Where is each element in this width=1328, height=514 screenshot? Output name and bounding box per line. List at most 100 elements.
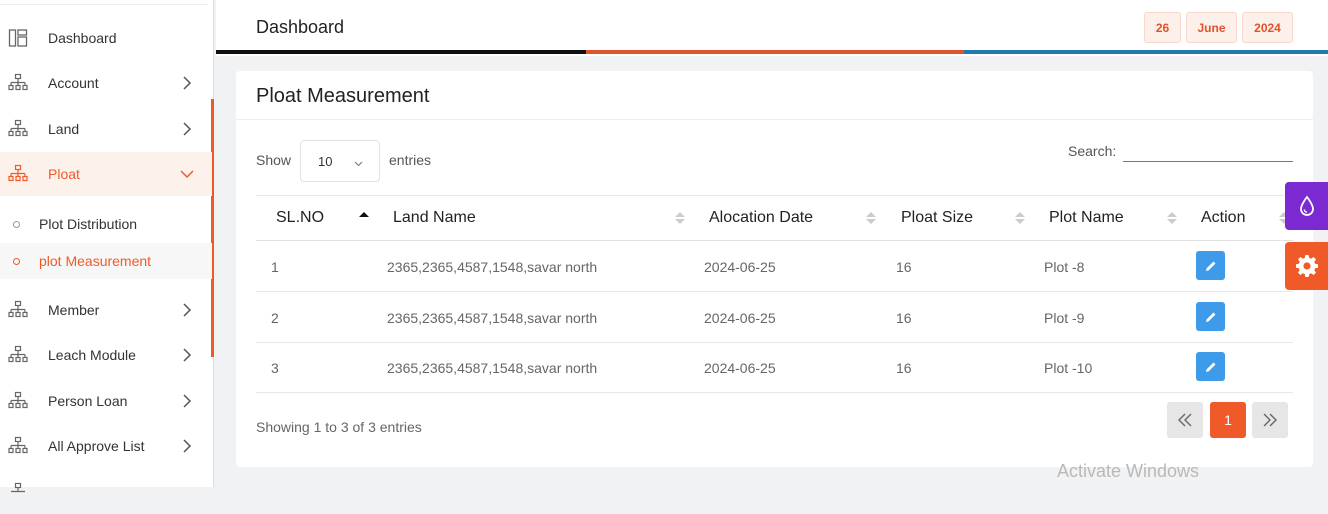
show-label: Show [256, 152, 292, 168]
cell-ploat-size: 16 [896, 360, 912, 376]
sidebar-item-person-loan[interactable]: Person Loan [0, 379, 212, 423]
top-header: Dashboard 26 June 2024 [216, 0, 1328, 56]
edit-button[interactable] [1196, 251, 1225, 280]
entries-per-page-select[interactable]: 10 [300, 140, 380, 182]
table-info: Showing 1 to 3 of 3 entries [256, 419, 422, 435]
gear-icon [1295, 255, 1318, 277]
sidebar-item-land[interactable]: Land [0, 107, 212, 151]
sitemap-icon [8, 164, 28, 184]
header-accent-bar [216, 50, 586, 54]
header-accent-bar [586, 50, 964, 54]
sort-icon[interactable] [675, 210, 685, 226]
chevron-right-icon [180, 76, 194, 90]
date-day-badge: 26 [1144, 12, 1181, 43]
sidebar-item-all-approve-list[interactable]: All Approve List [0, 424, 212, 468]
sidebar-item-account[interactable]: Account [0, 61, 212, 105]
header-accent-bar [964, 50, 1328, 54]
sidebar-subitem-label: plot Measurement [39, 253, 152, 269]
column-header-ploat-size[interactable]: Ploat Size [901, 209, 973, 227]
page-title: Dashboard [256, 17, 345, 37]
sidebar-item-label: All Approve List [48, 438, 145, 454]
pencil-icon [1205, 362, 1215, 372]
sort-asc-icon[interactable] [359, 210, 369, 226]
sidebar-item-partial[interactable] [0, 470, 212, 514]
cell-plot-name: Plot -9 [1044, 310, 1085, 326]
cell-alocation-date: 2024-06-25 [704, 360, 776, 376]
cell-alocation-date: 2024-06-25 [704, 259, 776, 275]
pagination-previous-button[interactable] [1167, 402, 1203, 438]
table-header: SL.NO Land Name Alocation Date Ploat Siz… [256, 195, 1293, 241]
entries-label: entries [389, 152, 432, 168]
cell-land-name: 2365,2365,4587,1548,savar north [387, 310, 598, 326]
cell-plot-name: Plot -10 [1044, 360, 1093, 376]
pagination-next-button[interactable] [1252, 402, 1288, 438]
card-title: Ploat Measurement [256, 85, 430, 107]
sitemap-icon [8, 391, 28, 411]
bullet-icon [13, 220, 20, 228]
sidebar: Dashboard Account Land Ploat Plot Distri… [0, 0, 214, 493]
table-row: 1 2365,2365,4587,1548,savar north 2024-0… [256, 241, 1293, 292]
sidebar-item-label: Dashboard [48, 30, 117, 46]
sidebar-top-border [0, 0, 208, 5]
sidebar-item-member[interactable]: Member [0, 288, 212, 332]
sitemap-icon [8, 436, 28, 456]
theme-color-button[interactable] [1285, 182, 1328, 230]
sidebar-subitem-label: Plot Distribution [39, 216, 138, 232]
column-header-land-name[interactable]: Land Name [393, 209, 476, 227]
sidebar-item-dashboard[interactable]: Dashboard [0, 16, 212, 60]
sidebar-subitem-plot-measurement[interactable]: plot Measurement [0, 243, 212, 279]
chevron-down-icon [180, 167, 194, 181]
sidebar-item-ploat[interactable]: Ploat [0, 152, 212, 196]
double-chevron-right-icon [1263, 413, 1277, 427]
column-header-plot-name[interactable]: Plot Name [1049, 209, 1124, 227]
bullet-icon [13, 257, 20, 265]
sidebar-item-leach-module[interactable]: Leach Module [0, 333, 212, 377]
column-header-action[interactable]: Action [1201, 209, 1245, 227]
sidebar-item-label: Member [48, 302, 100, 318]
date-month-badge: June [1186, 12, 1237, 43]
table-row: 2 2365,2365,4587,1548,savar north 2024-0… [256, 292, 1293, 343]
chevron-right-icon [180, 122, 194, 136]
chevron-right-icon [180, 348, 194, 362]
sort-icon[interactable] [1015, 210, 1025, 226]
cell-sl-no: 2 [271, 310, 279, 326]
windows-activation-watermark: Activate Windows [1057, 461, 1200, 481]
sidebar-subitem-plot-distribution[interactable]: Plot Distribution [0, 206, 212, 242]
entries-select-value: 10 [318, 154, 333, 169]
cell-ploat-size: 16 [896, 259, 912, 275]
sitemap-icon [8, 73, 28, 93]
column-header-alocation-date[interactable]: Alocation Date [709, 209, 813, 227]
cell-sl-no: 1 [271, 259, 279, 275]
sitemap-icon [8, 345, 28, 365]
card-divider [236, 119, 1313, 120]
pencil-icon [1205, 312, 1215, 322]
drop-icon [1299, 195, 1314, 216]
sort-icon[interactable] [866, 210, 876, 226]
sidebar-item-label: Person Loan [48, 393, 128, 409]
pagination-page-1[interactable]: 1 [1210, 402, 1246, 438]
chevron-right-icon [180, 394, 194, 408]
column-header-sl-no[interactable]: SL.NO [276, 209, 324, 227]
sidebar-item-label: Leach Module [48, 347, 136, 363]
sidebar-item-label: Account [48, 75, 99, 91]
edit-button[interactable] [1196, 352, 1225, 381]
edit-button[interactable] [1196, 302, 1225, 331]
sitemap-icon [8, 300, 28, 320]
sidebar-item-label: Land [48, 121, 80, 137]
chevron-right-icon [180, 439, 194, 453]
table-row: 3 2365,2365,4587,1548,savar north 2024-0… [256, 342, 1293, 393]
pencil-icon [1205, 261, 1215, 271]
settings-button[interactable] [1285, 242, 1328, 290]
date-year-badge: 2024 [1242, 12, 1293, 43]
search-input[interactable] [1123, 141, 1293, 162]
chevron-down-icon [354, 155, 363, 173]
sitemap-icon [8, 482, 28, 502]
sidebar-item-label: Ploat [48, 166, 80, 182]
search-label: Search: [1068, 143, 1117, 159]
sort-icon[interactable] [1167, 210, 1177, 226]
sitemap-icon [8, 119, 28, 139]
dashboard-icon [8, 28, 28, 48]
ploat-measurement-card: Ploat Measurement Show 10 entries Search… [236, 71, 1313, 467]
double-chevron-left-icon [1178, 413, 1192, 427]
cell-alocation-date: 2024-06-25 [704, 310, 776, 326]
